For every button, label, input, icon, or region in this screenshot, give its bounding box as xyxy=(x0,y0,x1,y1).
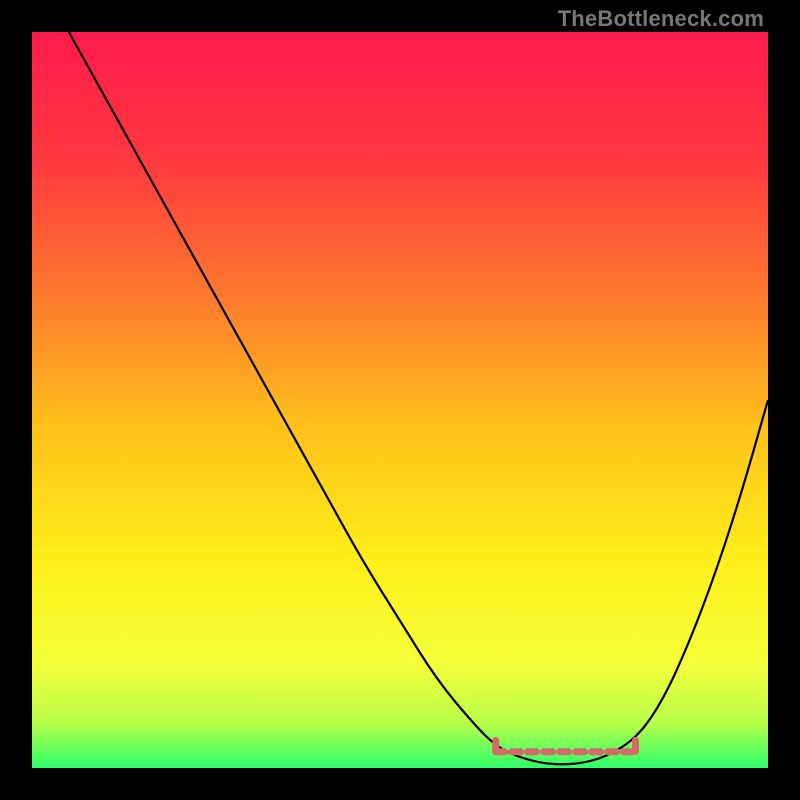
chart-frame xyxy=(32,32,768,768)
range-right-cap xyxy=(632,737,639,755)
watermark-text: TheBottleneck.com xyxy=(558,6,764,32)
bottleneck-chart xyxy=(32,32,768,768)
gradient-background xyxy=(32,32,768,768)
range-left-cap xyxy=(492,737,499,755)
